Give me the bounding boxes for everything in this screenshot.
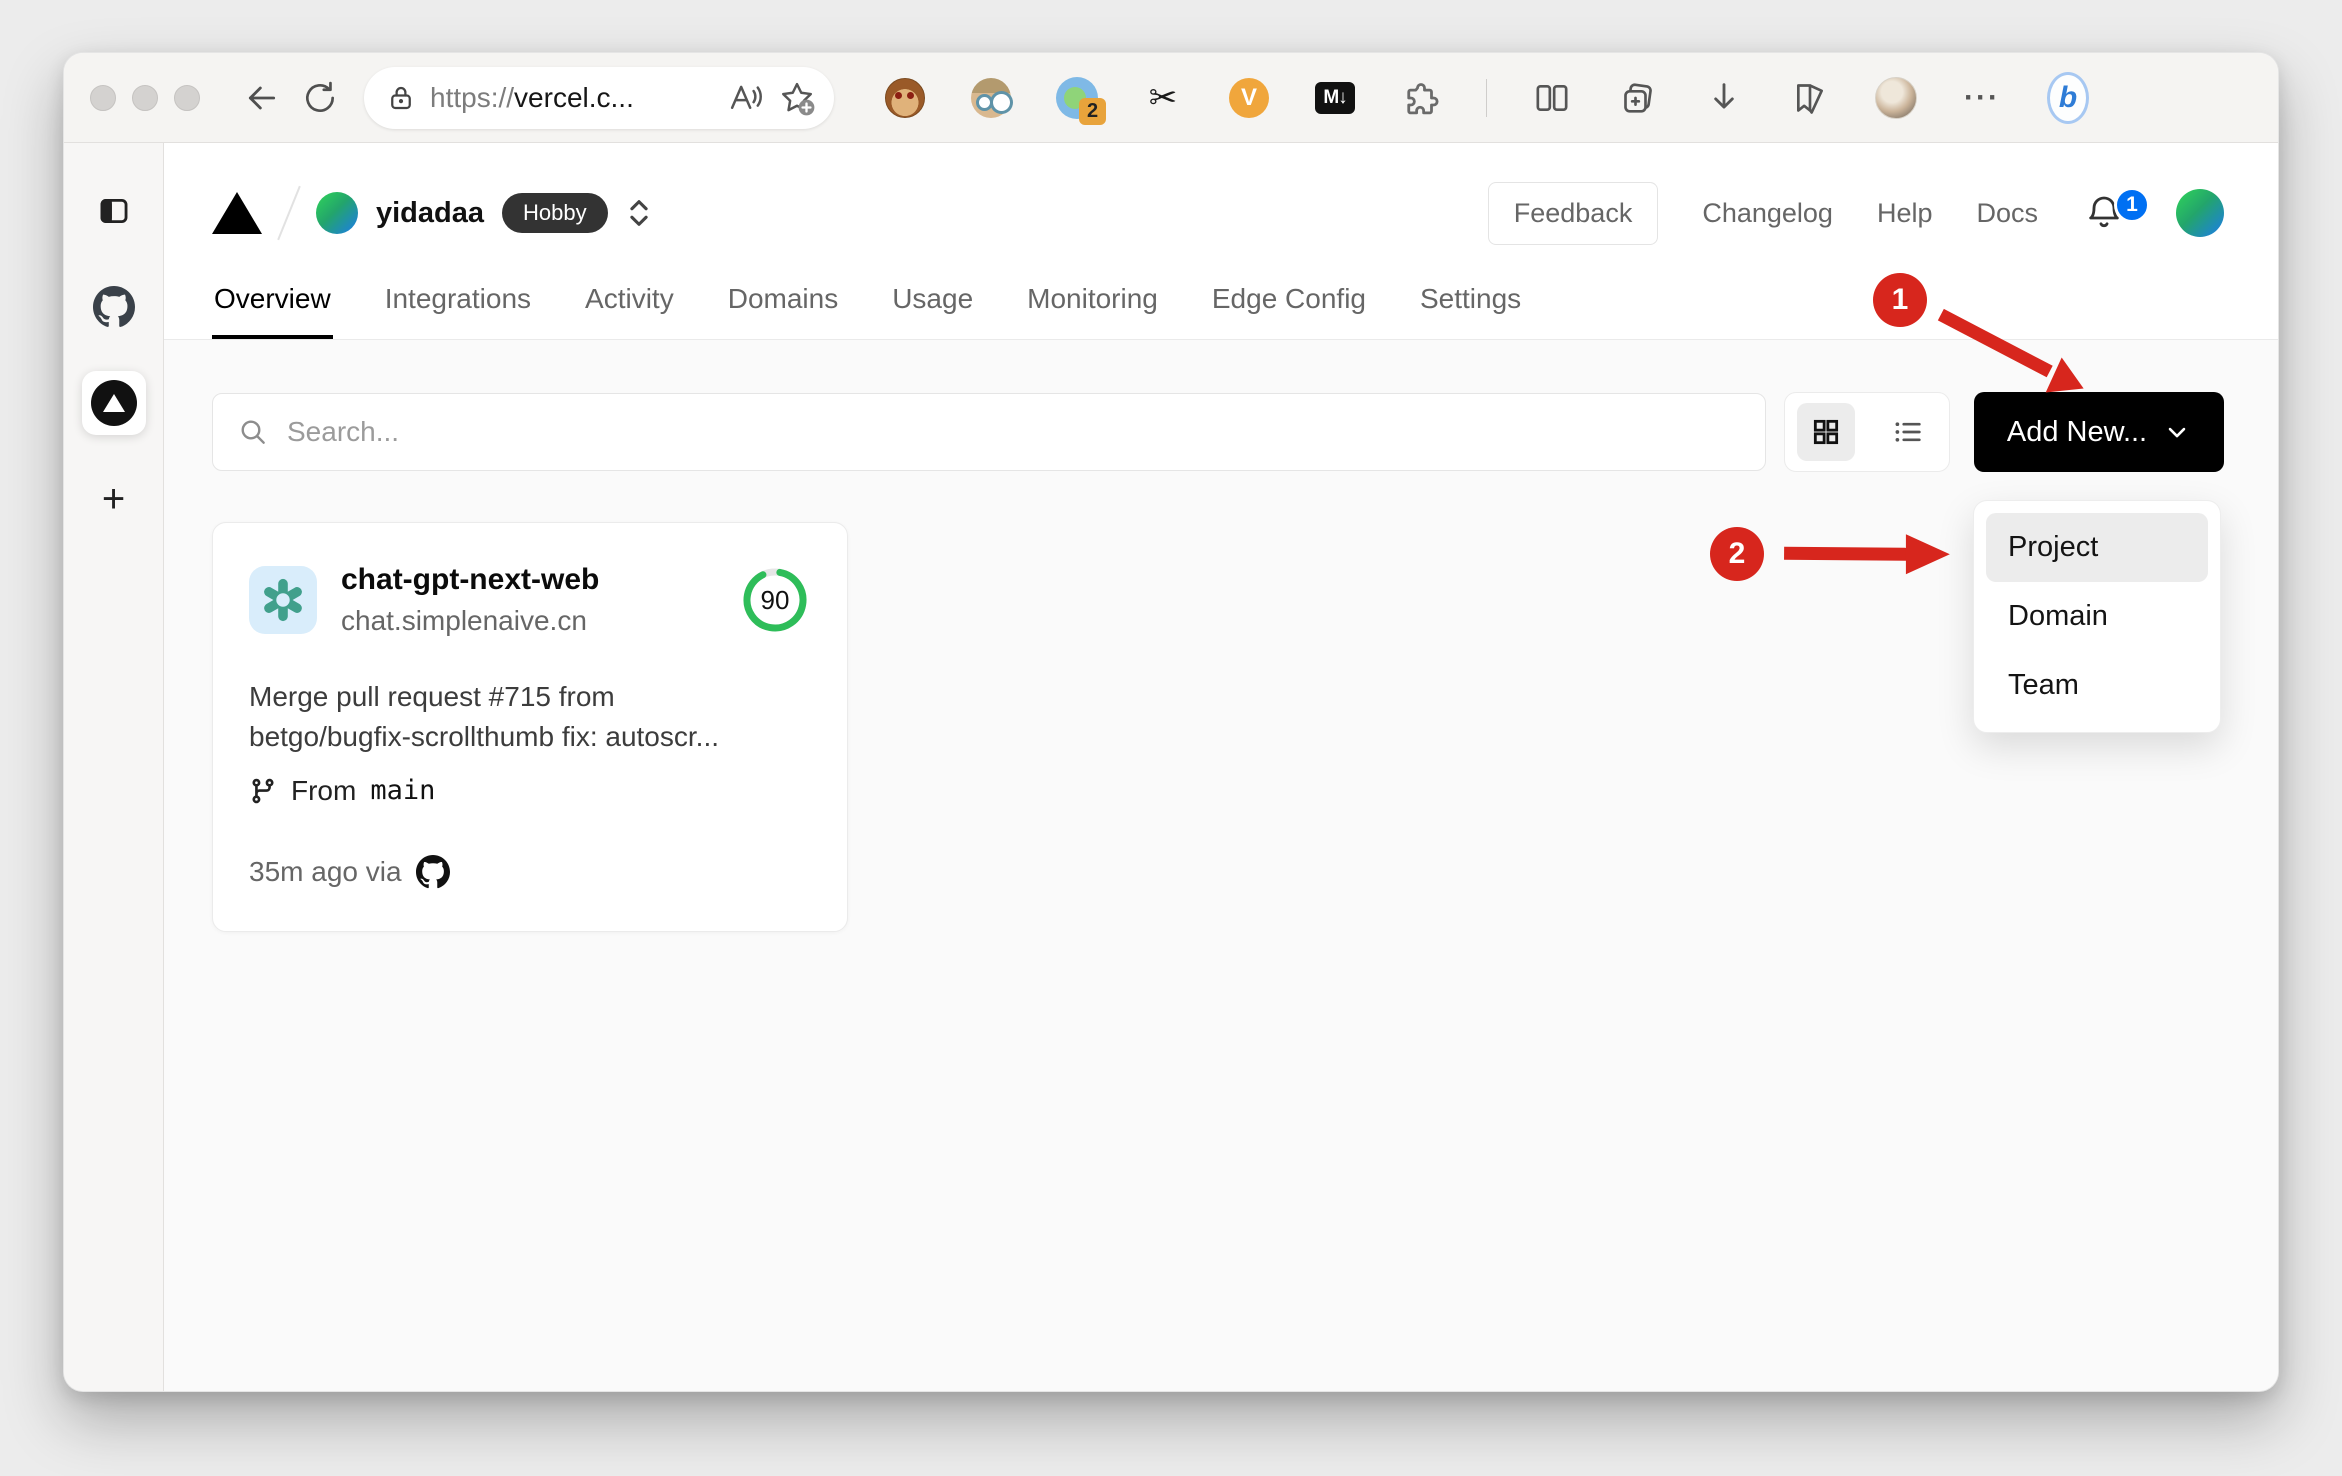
window-controls — [90, 84, 200, 111]
tab-domains[interactable]: Domains — [726, 273, 840, 339]
markdown-extension-icon[interactable]: M↓ — [1314, 77, 1356, 119]
github-source-icon — [415, 854, 450, 889]
extension-badge: 2 — [1079, 97, 1106, 125]
project-domain[interactable]: chat.simplenaive.cn — [341, 605, 599, 637]
proxy-extension-icon[interactable]: 2 — [1056, 76, 1106, 125]
changelog-link[interactable]: Changelog — [1702, 198, 1833, 229]
v-extension-icon[interactable]: V — [1228, 77, 1270, 119]
team-switcher-icon[interactable] — [624, 196, 654, 230]
vercel-sidebar-item-active[interactable] — [81, 371, 146, 435]
refresh-icon[interactable] — [298, 76, 342, 120]
zoom-window-button[interactable] — [174, 84, 200, 111]
menu-item-project[interactable]: Project — [1986, 513, 2208, 582]
bing-chat-icon[interactable]: b — [2047, 71, 2089, 124]
dashboard-header: yidadaa Hobby Feedback Changelog Help Do… — [164, 143, 2278, 340]
add-sidebar-item-icon[interactable]: + — [82, 467, 146, 531]
search-icon — [237, 416, 269, 448]
project-name[interactable]: chat-gpt-next-web — [341, 563, 599, 597]
downloads-icon[interactable] — [1703, 77, 1745, 119]
profile-avatar[interactable] — [1875, 76, 1917, 119]
team-name: yidadaa — [376, 196, 484, 229]
menu-item-domain[interactable]: Domain — [1986, 582, 2208, 651]
tab-edge-config[interactable]: Edge Config — [1210, 273, 1368, 339]
notification-count-badge: 1 — [2114, 187, 2150, 223]
feedback-button[interactable]: Feedback — [1487, 181, 1659, 245]
toolbar-divider — [1486, 78, 1487, 117]
add-new-button[interactable]: Add New... — [1974, 392, 2224, 472]
browser-window: https://vercel.c... 2 ✂ V M↓ ··· b + yid… — [63, 52, 2279, 1392]
minimize-window-button[interactable] — [132, 84, 158, 111]
browser-toolbar: https://vercel.c... 2 ✂ V M↓ ··· b — [64, 53, 2278, 143]
branch-label: From — [291, 774, 357, 806]
vercel-logo[interactable] — [212, 192, 262, 234]
tab-activity[interactable]: Activity — [583, 273, 676, 339]
menu-item-team[interactable]: Team — [1986, 651, 2208, 720]
notifications-bell-icon[interactable]: 1 — [2084, 187, 2150, 233]
tab-usage[interactable]: Usage — [890, 273, 975, 339]
tab-integrations[interactable]: Integrations — [383, 273, 533, 339]
docs-link[interactable]: Docs — [1976, 198, 2038, 229]
project-card[interactable]: chat-gpt-next-web chat.simplenaive.cn 90 — [212, 522, 848, 932]
collections-icon[interactable] — [1617, 77, 1659, 119]
dashboard-content: Add New... — [164, 340, 2278, 1391]
extensions-puzzle-icon[interactable] — [1400, 77, 1442, 119]
sidebar-toggle-icon[interactable] — [82, 179, 146, 243]
diver-extension-icon[interactable] — [970, 77, 1012, 119]
speed-score-value: 90 — [760, 584, 790, 615]
view-toggle — [1784, 392, 1950, 472]
tab-monitoring[interactable]: Monitoring — [1025, 273, 1160, 339]
tab-overview[interactable]: Overview — [212, 273, 333, 339]
add-favorite-icon[interactable] — [778, 79, 816, 117]
dashboard-tabs: Overview Integrations Activity Domains U… — [212, 273, 2224, 339]
user-avatar[interactable] — [2176, 189, 2224, 237]
address-bar[interactable]: https://vercel.c... — [364, 66, 834, 129]
project-search — [212, 393, 1766, 471]
extension-icons: 2 ✂ V M↓ ··· b — [884, 71, 2089, 125]
breadcrumb-separator — [277, 185, 301, 241]
branch-name: main — [370, 775, 436, 806]
vercel-app-icon — [90, 380, 137, 426]
help-link[interactable]: Help — [1877, 198, 1933, 229]
grid-view-icon[interactable] — [1797, 403, 1855, 461]
tampermonkey-extension-icon[interactable] — [884, 77, 926, 119]
list-view-icon[interactable] — [1879, 403, 1937, 461]
git-branch-icon — [249, 777, 277, 805]
more-menu-icon[interactable]: ··· — [1961, 77, 2003, 119]
back-icon[interactable] — [240, 76, 284, 120]
speed-score-ring: 90 — [739, 564, 811, 636]
split-screen-icon[interactable] — [1531, 77, 1573, 119]
add-new-dropdown: Project Domain Team — [1973, 500, 2221, 733]
plan-badge: Hobby — [502, 193, 608, 233]
read-aloud-icon[interactable] — [728, 80, 764, 116]
edge-sidebar: + — [64, 143, 164, 1391]
tab-settings[interactable]: Settings — [1418, 273, 1523, 339]
lock-icon — [386, 83, 416, 113]
browser-essentials-icon[interactable] — [1789, 77, 1831, 119]
search-input[interactable] — [287, 416, 1741, 448]
openai-project-icon — [249, 566, 317, 634]
latest-commit-message: Merge pull request #715 from betgo/bugfi… — [249, 681, 719, 752]
deploy-time: 35m ago via — [249, 855, 402, 887]
close-window-button[interactable] — [90, 84, 116, 111]
vercel-dashboard: yidadaa Hobby Feedback Changelog Help Do… — [164, 143, 2278, 1391]
team-avatar — [316, 192, 358, 234]
scissors-extension-icon[interactable]: ✂ — [1142, 77, 1184, 119]
url-text: https://vercel.c... — [430, 81, 634, 113]
github-sidebar-icon[interactable] — [82, 275, 146, 339]
